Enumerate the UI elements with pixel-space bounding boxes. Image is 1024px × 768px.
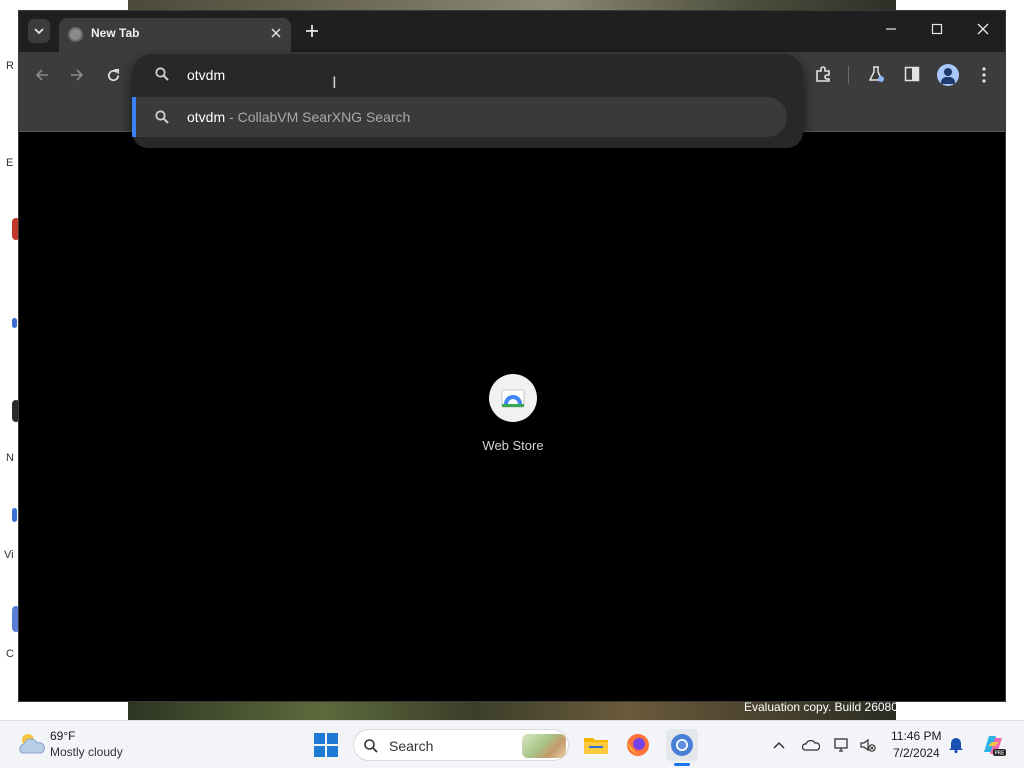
suggestion-query: otvdm: [187, 109, 226, 125]
extensions-button[interactable]: [812, 62, 836, 86]
weather-temperature[interactable]: 69°F: [50, 729, 75, 743]
browser-window: New Tab otvdm I otvdm - CollabVM SearXNG…: [18, 10, 1006, 702]
evaluation-watermark: Evaluation copy. Build 26080.: [744, 700, 902, 714]
svg-text:PRE: PRE: [995, 751, 1005, 757]
globe-icon: [68, 27, 83, 42]
suggestion-selected-indicator: [132, 97, 136, 137]
tab-search-button[interactable]: [28, 19, 50, 43]
taskbar-chrome[interactable]: [666, 729, 698, 761]
taskbar-search-box[interactable]: Search: [353, 729, 569, 761]
suggestion-engine: CollabVM SearXNG Search: [237, 109, 411, 125]
minimize-button[interactable]: [869, 17, 913, 45]
maximize-icon: [931, 23, 943, 35]
tab-new-tab[interactable]: New Tab: [59, 18, 291, 52]
tab-search-icon: [34, 28, 44, 35]
onedrive-icon: [801, 739, 821, 751]
omnibox-suggestion[interactable]: otvdm - CollabVM SearXNG Search: [132, 97, 787, 137]
bell-icon: [949, 738, 963, 754]
search-icon: [155, 67, 169, 81]
volume-button[interactable]: [858, 735, 878, 755]
desktop-icon-letter[interactable]: E: [6, 157, 18, 169]
maximize-button[interactable]: [915, 17, 959, 45]
shortcut-tile: [489, 374, 537, 422]
firefox-icon: [627, 734, 649, 756]
text-cursor-icon: I: [332, 73, 337, 92]
windows-start-icon: [314, 733, 338, 757]
back-icon: [35, 69, 48, 81]
taskbar-search-label: Search: [389, 738, 434, 754]
labs-icon: [868, 66, 884, 82]
chrome-icon: [671, 734, 693, 756]
close-icon: [271, 28, 281, 38]
new-tab-button[interactable]: [300, 19, 324, 43]
close-window-button[interactable]: [961, 17, 1005, 45]
tab-title: New Tab: [91, 26, 140, 40]
desktop-icon-letter[interactable]: C: [6, 648, 18, 660]
labs-button[interactable]: [864, 62, 888, 86]
network-button[interactable]: [832, 735, 852, 755]
start-button[interactable]: [314, 733, 338, 757]
close-icon: [977, 23, 989, 35]
reload-button[interactable]: [102, 64, 124, 86]
search-icon: [155, 110, 169, 124]
forward-button[interactable]: [66, 64, 88, 86]
desktop-icon-letter[interactable]: R: [6, 60, 18, 72]
notifications-button[interactable]: [946, 735, 966, 755]
onedrive-button[interactable]: [801, 735, 821, 755]
toolbar-divider: [848, 66, 849, 84]
search-highlight-image: [522, 734, 566, 758]
back-button[interactable]: [31, 64, 53, 86]
desktop-icon-partial[interactable]: [12, 508, 17, 522]
volume-muted-icon: [860, 738, 876, 752]
desktop-icon-letter[interactable]: Vi: [4, 549, 16, 561]
taskbar: 69°F Mostly cloudy Search 11:46 PM 7/2/2…: [0, 720, 1024, 768]
copilot-button[interactable]: PRE: [980, 732, 1006, 758]
side-panel-button[interactable]: [900, 62, 924, 86]
more-menu-button[interactable]: [974, 64, 994, 86]
desktop-icon-letter[interactable]: N: [6, 452, 18, 464]
taskbar-firefox[interactable]: [622, 729, 654, 761]
network-icon: [834, 738, 848, 752]
suggestion-separator: -: [225, 109, 238, 125]
address-bar-input[interactable]: [187, 64, 747, 86]
plus-icon: [306, 25, 318, 37]
shortcut-label: Web Store: [482, 438, 544, 453]
reload-icon: [107, 69, 119, 82]
clock-date[interactable]: 7/2/2024: [893, 746, 940, 760]
file-explorer-icon: [584, 738, 608, 754]
extensions-icon: [816, 66, 830, 82]
chrome-running-indicator: [674, 763, 690, 766]
desktop-icon-partial[interactable]: [12, 318, 17, 328]
shortcut-web-store[interactable]: Web Store: [466, 373, 566, 457]
tab-strip: New Tab: [19, 11, 1005, 52]
minimize-icon: [886, 28, 896, 30]
omnibox-dropdown: I otvdm - CollabVM SearXNG Search: [132, 54, 803, 148]
tab-close-button[interactable]: [267, 24, 285, 42]
side-panel-icon: [904, 66, 920, 82]
suggestion-text: otvdm - CollabVM SearXNG Search: [187, 109, 410, 125]
weather-condition[interactable]: Mostly cloudy: [50, 745, 123, 759]
taskbar-file-explorer[interactable]: [580, 729, 612, 761]
more-icon: [982, 67, 986, 83]
show-hidden-icons-button[interactable]: [769, 735, 789, 755]
web-store-icon: [501, 389, 525, 408]
profile-icon[interactable]: [937, 64, 959, 86]
chevron-up-icon: [773, 741, 785, 749]
search-icon: [364, 739, 378, 753]
weather-icon[interactable]: [16, 731, 46, 757]
copilot-icon: PRE: [984, 736, 1006, 757]
clock-time[interactable]: 11:46 PM: [891, 729, 941, 743]
forward-icon: [71, 69, 84, 81]
